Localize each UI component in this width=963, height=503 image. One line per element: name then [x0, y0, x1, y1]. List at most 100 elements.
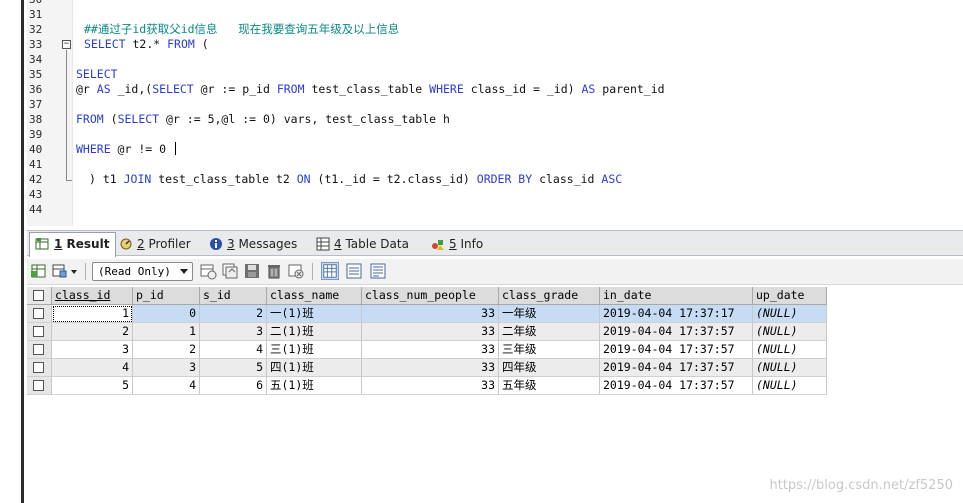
tab-number: 5: [449, 237, 457, 251]
grid-cell[interactable]: 33: [362, 323, 499, 341]
grid-cell[interactable]: (NULL): [753, 359, 827, 377]
row-select-cell: [27, 341, 52, 359]
sql-keyword: ASC: [601, 172, 623, 186]
grid-cell[interactable]: 五年级: [499, 377, 600, 395]
code-text: test_class_table: [304, 82, 430, 96]
grid-cell[interactable]: 33: [362, 377, 499, 395]
sql-keyword: ORDER BY: [476, 172, 533, 186]
tab-label: Profiler: [144, 237, 191, 251]
column-header[interactable]: up_date: [753, 287, 827, 305]
grid-cell[interactable]: 33: [362, 359, 499, 377]
grid-cell[interactable]: (NULL): [753, 305, 827, 323]
grid-cell[interactable]: 2019-04-04 17:37:17: [600, 305, 753, 323]
grid-cell[interactable]: 一(1)班: [267, 305, 362, 323]
form-view-icon[interactable]: [345, 262, 363, 280]
left-panel-edge: [0, 0, 24, 503]
grid-cell[interactable]: 6: [200, 377, 267, 395]
grid-cell[interactable]: 二(1)班: [267, 323, 362, 341]
grid-cell[interactable]: 2019-04-04 17:37:57: [600, 359, 753, 377]
code-text: (: [103, 112, 118, 126]
export-grid-icon[interactable]: [30, 262, 48, 280]
grid-cell[interactable]: 三(1)班: [267, 341, 362, 359]
save-icon[interactable]: [243, 262, 261, 280]
grid-cell[interactable]: 五(1)班: [267, 377, 362, 395]
column-header[interactable]: class_grade: [499, 287, 600, 305]
tab-profiler[interactable]: 2 Profiler: [115, 233, 191, 255]
sql-keyword: WHERE: [76, 142, 111, 156]
code-text: ) t1: [89, 172, 124, 186]
insert-row-icon[interactable]: [199, 262, 217, 280]
grid-view-icon[interactable]: [321, 262, 339, 280]
grid-cell[interactable]: 2: [200, 305, 267, 323]
sql-keyword: FROM: [276, 82, 305, 96]
column-header[interactable]: in_date: [600, 287, 753, 305]
row-checkbox[interactable]: [33, 380, 44, 391]
row-checkbox[interactable]: [33, 308, 44, 319]
column-header[interactable]: class_num_people: [362, 287, 499, 305]
grid-cell[interactable]: 33: [362, 341, 499, 359]
column-header[interactable]: s_id: [200, 287, 267, 305]
code-line-42: ) t1 JOIN test_class_table t2 ON (t1._id…: [89, 172, 622, 187]
code-text: t2.*: [125, 37, 168, 51]
grid-cell[interactable]: 4: [133, 377, 200, 395]
line-number: 31: [29, 8, 43, 21]
grid-cell[interactable]: 33: [362, 305, 499, 323]
grid-cell[interactable]: 3: [133, 359, 200, 377]
code-line-36: @r AS _id,(SELECT @r := p_id FROM test_c…: [76, 82, 665, 97]
grid-cell[interactable]: 2019-04-04 17:37:57: [600, 341, 753, 359]
cancel-changes-icon[interactable]: [287, 262, 305, 280]
column-header[interactable]: p_id: [133, 287, 200, 305]
duplicate-row-icon[interactable]: [221, 262, 239, 280]
read-only-select[interactable]: (Read Only): [92, 262, 193, 281]
grid-cell[interactable]: 5: [52, 377, 133, 395]
sql-keyword: AS: [581, 82, 596, 96]
tab-info[interactable]: 5 Info: [427, 233, 483, 255]
code-text: class_id = _id): [463, 82, 582, 96]
tab-result[interactable]: 1 Result: [29, 232, 117, 257]
line-number: 42: [29, 173, 43, 186]
chevron-down-icon[interactable]: [71, 270, 77, 274]
text-view-icon[interactable]: [369, 262, 387, 280]
grid-cell[interactable]: (NULL): [753, 323, 827, 341]
row-checkbox[interactable]: [33, 362, 44, 373]
grid-cell[interactable]: 1: [133, 323, 200, 341]
copy-grid-icon[interactable]: [52, 262, 70, 280]
grid-cell[interactable]: 4: [52, 359, 133, 377]
grid-cell[interactable]: 四(1)班: [267, 359, 362, 377]
grid-cell[interactable]: (NULL): [753, 341, 827, 359]
grid-cell[interactable]: 3: [200, 323, 267, 341]
code-line-33: SELECT t2.* FROM (: [84, 37, 209, 52]
profiler-icon: [120, 238, 132, 250]
grid-cell[interactable]: 四年级: [499, 359, 600, 377]
tab-table-data[interactable]: 4 Table Data: [312, 233, 409, 255]
grid-cell[interactable]: (NULL): [753, 377, 827, 395]
grid-cell[interactable]: 三年级: [499, 341, 600, 359]
grid-cell[interactable]: 0: [133, 305, 200, 323]
column-header[interactable]: class_name: [267, 287, 362, 305]
grid-cell[interactable]: 二年级: [499, 323, 600, 341]
row-checkbox[interactable]: [33, 326, 44, 337]
grid-cell[interactable]: 3: [52, 341, 133, 359]
grid-cell[interactable]: 5: [200, 359, 267, 377]
grid-cell[interactable]: 1: [52, 305, 133, 323]
fold-guide-line: [66, 50, 67, 180]
sql-editor[interactable]: 30 31 32 33 34 35 36 37 38 39 40 41 42 4…: [27, 0, 963, 226]
select-all-checkbox[interactable]: [33, 290, 44, 301]
code-text: @r != 0: [110, 142, 173, 156]
tab-messages[interactable]: 3 Messages: [205, 233, 297, 255]
row-select-cell: [27, 305, 52, 323]
delete-trash-icon[interactable]: [265, 262, 283, 280]
grid-cell[interactable]: 2019-04-04 17:37:57: [600, 323, 753, 341]
grid-cell[interactable]: 一年级: [499, 305, 600, 323]
grid-cell[interactable]: 2: [133, 341, 200, 359]
grid-cell[interactable]: 2019-04-04 17:37:57: [600, 377, 753, 395]
sql-keyword: AS: [96, 82, 111, 96]
row-checkbox[interactable]: [33, 344, 44, 355]
sql-keyword: SELECT: [152, 82, 194, 96]
grid-cell[interactable]: 2: [52, 323, 133, 341]
grid-cell[interactable]: 4: [200, 341, 267, 359]
code-text: @r := p_id: [193, 82, 277, 96]
sql-keyword: WHERE: [429, 82, 464, 96]
column-header[interactable]: class_id: [52, 287, 133, 305]
collapse-fold-icon[interactable]: −: [62, 40, 71, 49]
